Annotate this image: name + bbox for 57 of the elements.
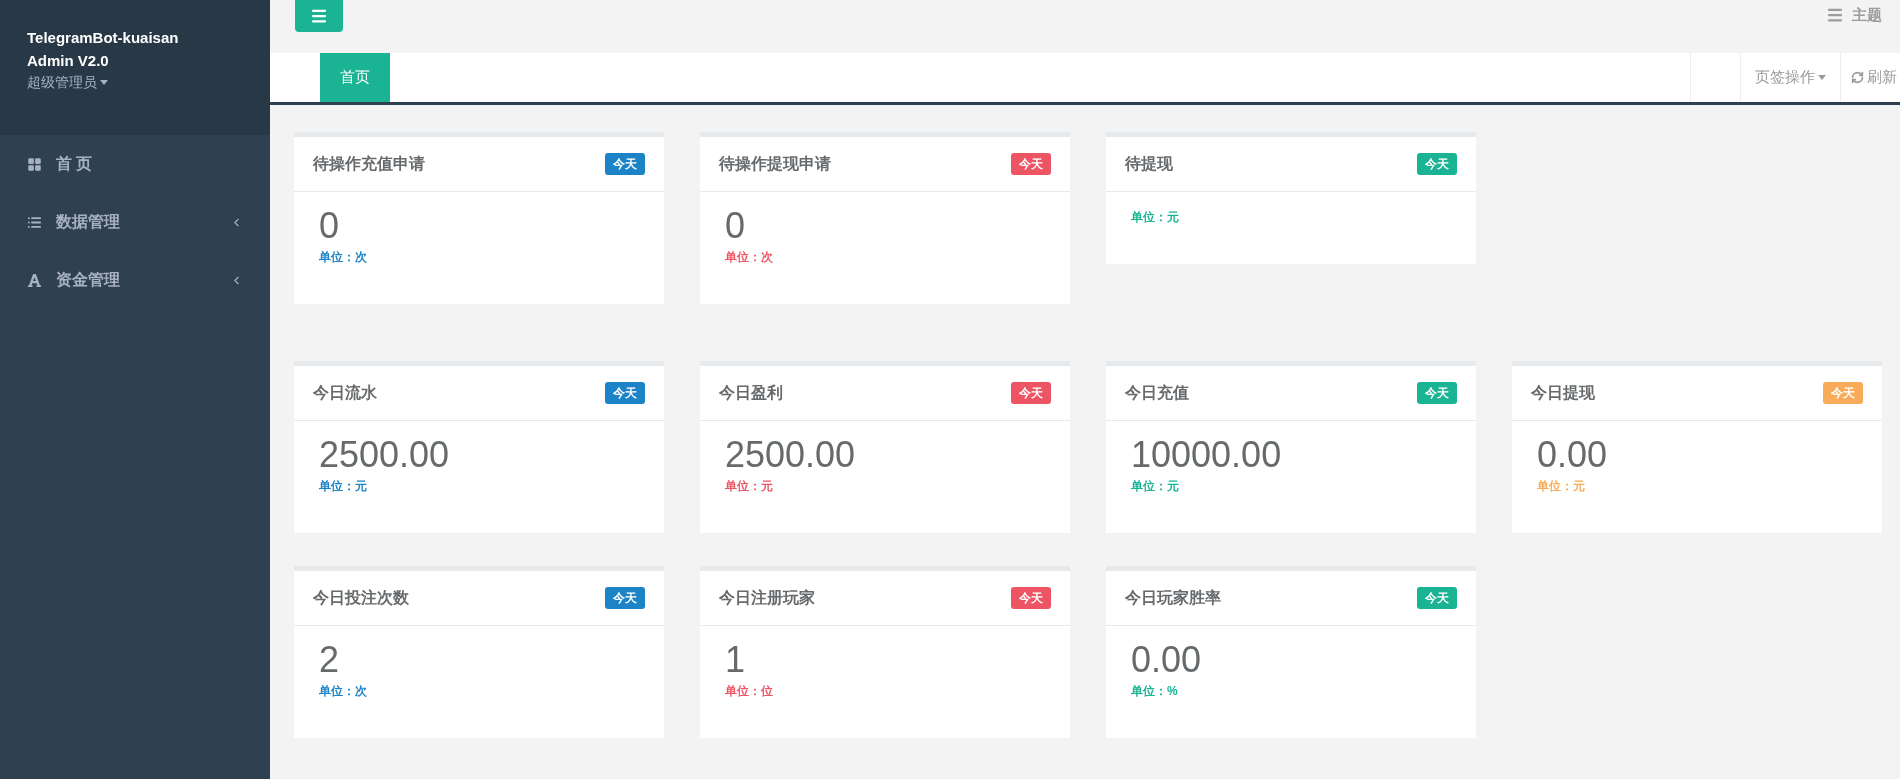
today-label: 今天 [605, 153, 645, 175]
refresh-button[interactable]: 刷新 [1840, 53, 1900, 102]
today-label: 今天 [1011, 382, 1051, 404]
font-icon [27, 272, 42, 288]
today-label: 今天 [1417, 153, 1457, 175]
card-title: 今日流水 [313, 383, 377, 403]
stat-value: 2500.00 [725, 435, 857, 475]
unit-label: 单位：次 [725, 249, 774, 266]
page-tab[interactable]: 首页 [320, 53, 390, 102]
card-title: 今日注册玩家 [719, 588, 815, 608]
today-label: 今天 [1011, 153, 1051, 175]
app-title: Admin V2.0 [27, 51, 110, 71]
card-title: 今日玩家胜率 [1125, 588, 1221, 608]
caret-icon [100, 80, 108, 85]
today-label: 今天 [1417, 382, 1457, 404]
refresh-icon [1851, 71, 1864, 84]
unit-label: 单位：元 [1537, 478, 1586, 495]
today-label: 今天 [1011, 587, 1051, 609]
stat-value: 0.00 [1537, 435, 1609, 475]
today-label: 今天 [605, 587, 645, 609]
unit-label: 单位：次 [319, 249, 368, 266]
card-title: 今日充值 [1125, 383, 1189, 403]
unit-label: 单位：元 [1131, 478, 1180, 495]
card-title: 待提现 [1125, 154, 1173, 174]
theme-button[interactable]: 主题 [1826, 4, 1882, 27]
today-label: 今天 [1823, 382, 1863, 404]
card-title: 今日提现 [1531, 383, 1595, 403]
role-dropdown[interactable]: 超级管理员 [27, 72, 108, 93]
card-title: 待操作充值申请 [313, 154, 425, 174]
caret-icon [1818, 75, 1826, 80]
unit-label: 单位：次 [319, 683, 368, 700]
nav-item[interactable]: 数据管理 [0, 193, 270, 251]
unit-label: 单位：元 [1131, 209, 1180, 226]
unit-label: 单位：元 [725, 478, 774, 495]
card-title: 待操作提现申请 [719, 154, 831, 174]
stat-value: 0.00 [1131, 640, 1203, 680]
unit-label: 单位：元 [319, 478, 368, 495]
card-title: 今日投注次数 [313, 588, 409, 608]
stat-value: 0 [725, 206, 747, 246]
stat-value: 0 [319, 206, 341, 246]
today-label: 今天 [1417, 587, 1457, 609]
nav-item[interactable]: 资金管理 [0, 251, 270, 309]
stat-value: 10000.00 [1131, 435, 1283, 475]
app-title: TelegramBot-kuaisan [27, 28, 180, 48]
menu-button[interactable] [295, 0, 343, 32]
stat-value: 2 [319, 640, 341, 680]
grid-icon [27, 156, 42, 172]
today-label: 今天 [605, 382, 645, 404]
unit-label: 单位：位 [725, 683, 774, 700]
menu-icon [310, 7, 328, 25]
stat-value: 1 [725, 640, 747, 680]
tab-actions-dropdown[interactable]: 页签操作 [1740, 53, 1840, 102]
nav-item[interactable]: 首 页 [0, 135, 270, 193]
list-icon [27, 214, 42, 230]
stat-value: 2500.00 [319, 435, 451, 475]
card-title: 今日盈利 [719, 383, 783, 403]
unit-label: 单位：% [1131, 683, 1179, 700]
